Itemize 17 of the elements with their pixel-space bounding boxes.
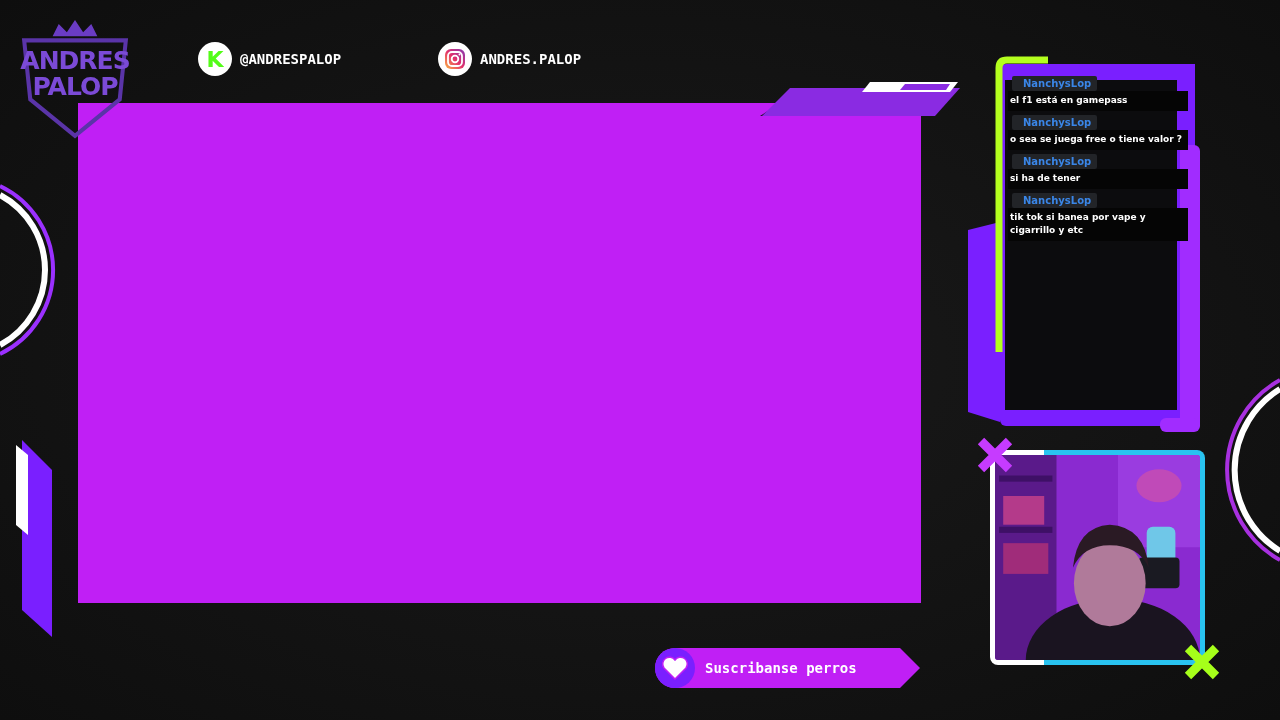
kick-icon: K <box>198 42 232 76</box>
logo-text: PALOP <box>32 74 118 100</box>
chat-username: NanchysLop <box>1012 193 1098 208</box>
chat-text: el f1 está en gamepass <box>1008 91 1188 111</box>
social-handle: @ANDRESPALOP <box>240 51 342 67</box>
social-handle: ANDRES.PALOP <box>480 51 582 67</box>
instagram-icon <box>438 42 472 76</box>
chat-text: si ha de tener <box>1008 169 1188 189</box>
chat-username: NanchysLop <box>1012 154 1098 169</box>
chat-username: NanchysLop <box>1012 76 1098 91</box>
cross-icon <box>1182 642 1222 682</box>
chat-username: NanchysLop <box>1012 115 1098 130</box>
chat-text: tik tok si banea por vape y cigarrillo y etc <box>1008 208 1188 241</box>
chat-text: o sea se juega free o tiene valor ? <box>1008 130 1188 150</box>
cross-icon <box>975 435 1015 475</box>
subscribe-text: Suscribanse perros <box>705 660 857 676</box>
crown-icon <box>52 20 98 37</box>
